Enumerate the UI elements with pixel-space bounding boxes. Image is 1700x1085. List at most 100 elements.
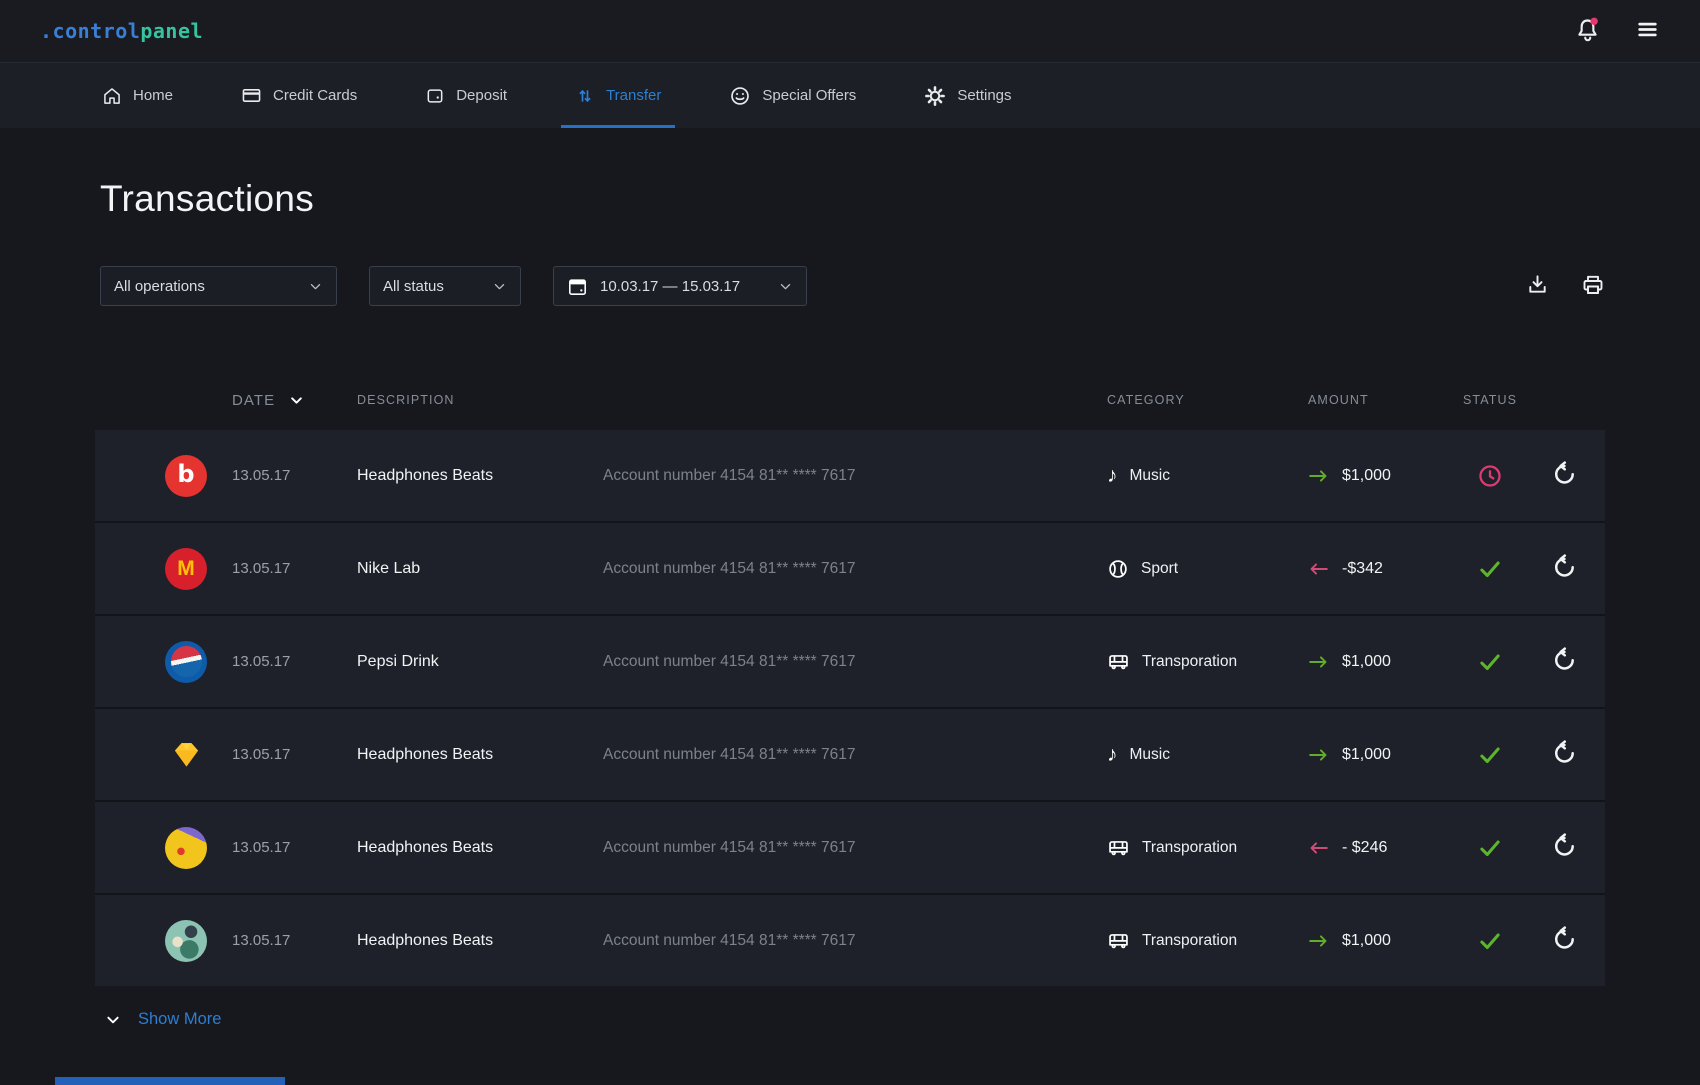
account-cell: Account number 4154 81** **** 7617	[603, 467, 1107, 485]
repeat-cell	[1525, 922, 1605, 959]
mcdonalds-letter: M	[177, 557, 195, 581]
hamburger-menu-icon	[1635, 17, 1660, 45]
transaction-description: Nike Lab	[357, 560, 420, 578]
nav-item-label: Deposit	[456, 87, 507, 104]
transaction-row: 13.05.17Headphones BeatsAccount number 4…	[95, 802, 1605, 895]
nav-item-home[interactable]: Home	[96, 63, 179, 128]
repeat-transaction-button[interactable]	[1548, 643, 1582, 680]
main-nav: Home Credit Cards Deposit Transfer Special O…	[0, 62, 1700, 128]
chevron-down-icon	[105, 1012, 121, 1028]
repeat-transaction-button[interactable]	[1548, 922, 1582, 959]
success-check-icon	[1477, 556, 1503, 582]
pepsi-logo	[165, 641, 207, 683]
beats-letter: b	[177, 460, 194, 488]
amount-value: - $246	[1342, 839, 1387, 857]
undo-icon	[1552, 833, 1578, 862]
nav-item-special-offers[interactable]: Special Offers	[723, 63, 862, 128]
card-icon	[241, 85, 262, 106]
account-cell: Account number 4154 81** **** 7617	[603, 746, 1107, 764]
transaction-description: Pepsi Drink	[357, 653, 439, 671]
amount-value: $1,000	[1342, 932, 1391, 950]
status-cell	[1455, 742, 1525, 768]
undo-icon	[1552, 554, 1578, 583]
arrow-outgoing-icon	[1308, 841, 1329, 855]
nav-item-transfer[interactable]: Transfer	[569, 63, 667, 128]
transaction-row: 13.05.17Headphones BeatsAccount number 4…	[95, 709, 1605, 802]
table-header: DATE DESCRIPTION CATEGORY AMOUNT STATUS	[95, 392, 1605, 408]
transaction-account: Account number 4154 81** **** 7617	[603, 653, 856, 671]
success-check-icon	[1477, 649, 1503, 675]
repeat-cell	[1525, 643, 1605, 680]
status-cell	[1455, 928, 1525, 954]
column-header-status: STATUS	[1455, 393, 1525, 407]
nav-item-credit-cards[interactable]: Credit Cards	[235, 63, 363, 128]
date-cell: 13.05.17	[205, 560, 357, 577]
status-cell	[1455, 835, 1525, 861]
transaction-date: 13.05.17	[232, 560, 290, 577]
success-check-icon	[1477, 928, 1503, 954]
mcdonalds-logo: M	[165, 548, 207, 590]
nav-item-label: Settings	[957, 87, 1011, 104]
nav-item-label: Transfer	[606, 87, 661, 104]
avatar-cell	[95, 920, 205, 962]
column-header-date[interactable]: DATE	[205, 392, 357, 409]
transaction-row: 13.05.17Headphones BeatsAccount number 4…	[95, 895, 1605, 986]
category-label: Transporation	[1142, 653, 1237, 671]
transaction-date: 13.05.17	[232, 746, 290, 763]
bus-icon	[1107, 650, 1130, 673]
category-cell: Transporation	[1107, 929, 1308, 952]
nav-item-deposit[interactable]: Deposit	[419, 63, 513, 128]
description-cell: Headphones Beats	[357, 467, 603, 485]
date-range-picker[interactable]: 10.03.17 — 15.03.17	[553, 266, 807, 306]
sport-ball-icon	[1107, 558, 1129, 580]
repeat-transaction-button[interactable]	[1548, 829, 1582, 866]
category-label: Music	[1130, 467, 1170, 485]
repeat-transaction-button[interactable]	[1548, 457, 1582, 494]
undo-icon	[1552, 926, 1578, 955]
notifications-button[interactable]	[1574, 16, 1601, 46]
status-cell	[1455, 649, 1525, 675]
category-cell: Sport	[1107, 558, 1308, 580]
topbar: .controlpanel	[0, 0, 1700, 62]
sort-chevron-icon	[289, 393, 304, 408]
show-more-label: Show More	[138, 1010, 221, 1029]
category-label: Sport	[1141, 560, 1178, 578]
download-button[interactable]	[1526, 273, 1549, 299]
transfer-icon	[575, 86, 595, 106]
filters-bar: All operations All status	[100, 266, 1605, 306]
date-cell: 13.05.17	[205, 467, 357, 484]
column-header-description: DESCRIPTION	[357, 393, 603, 407]
operations-filter-select[interactable]: All operations	[100, 266, 337, 306]
page-title: Transactions	[100, 178, 1605, 220]
undo-icon	[1552, 461, 1578, 490]
nav-item-label: Special Offers	[762, 87, 856, 104]
transaction-account: Account number 4154 81** **** 7617	[603, 560, 856, 578]
pepsi-globe	[171, 646, 202, 677]
arrow-incoming-icon	[1308, 469, 1329, 483]
bell-icon	[1574, 16, 1601, 46]
transaction-account: Account number 4154 81** **** 7617	[603, 932, 856, 950]
transaction-date: 13.05.17	[232, 932, 290, 949]
nav-item-settings[interactable]: Settings	[918, 63, 1017, 128]
menu-button[interactable]	[1635, 17, 1660, 45]
amount-cell: $1,000	[1308, 932, 1455, 950]
smile-icon	[729, 85, 751, 107]
print-button[interactable]	[1581, 273, 1605, 300]
arrow-outgoing-icon	[1308, 562, 1329, 576]
repeat-transaction-button[interactable]	[1548, 736, 1582, 773]
category-label: Transporation	[1142, 839, 1237, 857]
repeat-cell	[1525, 829, 1605, 866]
sketch-logo	[165, 734, 207, 776]
show-more-button[interactable]: Show More	[105, 1010, 221, 1029]
category-label: Transporation	[1142, 932, 1237, 950]
nav-item-label: Home	[133, 87, 173, 104]
chevron-down-icon	[492, 279, 507, 294]
operations-filter-value: All operations	[114, 278, 205, 295]
undo-icon	[1552, 647, 1578, 676]
repeat-transaction-button[interactable]	[1548, 550, 1582, 587]
status-filter-select[interactable]: All status	[369, 266, 521, 306]
transaction-account: Account number 4154 81** **** 7617	[603, 746, 856, 764]
repeat-cell	[1525, 457, 1605, 494]
success-check-icon	[1477, 742, 1503, 768]
status-cell	[1455, 556, 1525, 582]
